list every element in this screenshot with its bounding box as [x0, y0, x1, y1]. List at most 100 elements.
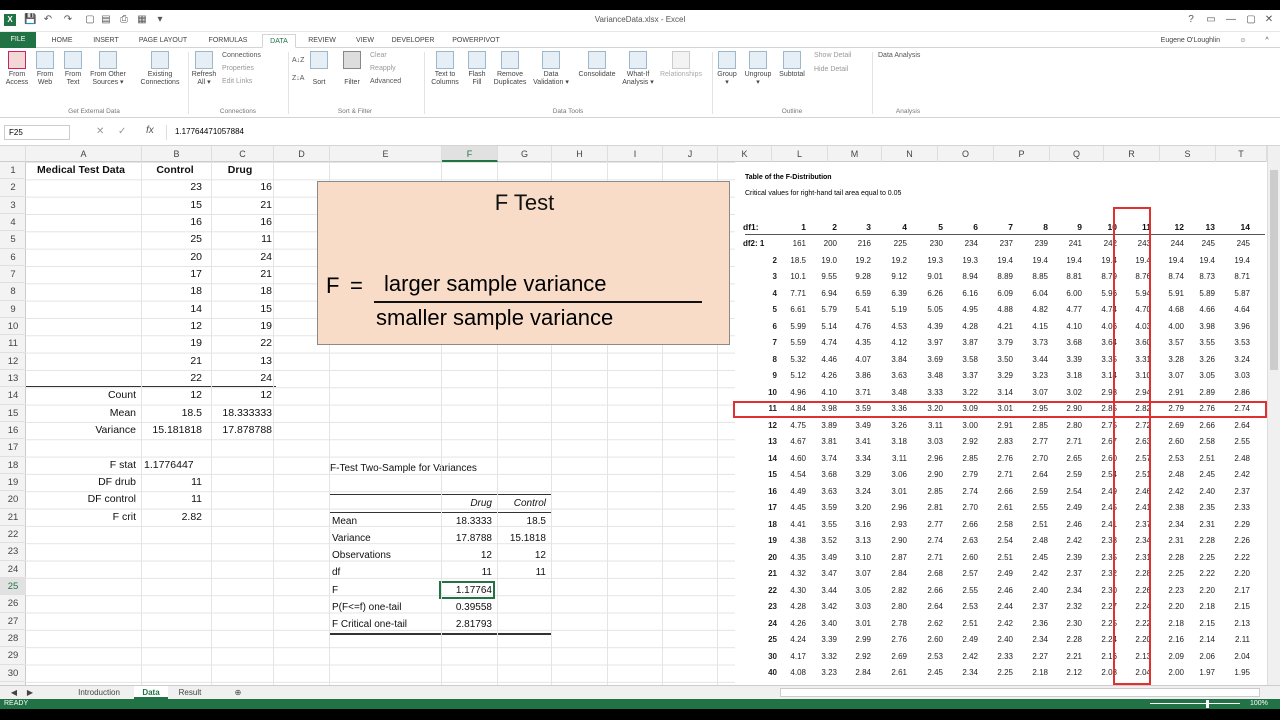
stat-drug[interactable]: 17.878788: [212, 422, 272, 439]
cell-drug[interactable]: 22: [212, 335, 272, 352]
f-critical-value[interactable]: 2.34: [1050, 583, 1082, 599]
f-critical-value[interactable]: 3.81: [805, 434, 837, 450]
f-critical-value[interactable]: 241: [1050, 236, 1082, 252]
f-critical-value[interactable]: 4.54: [774, 467, 806, 483]
column-header-q[interactable]: Q: [1050, 146, 1104, 162]
help-icon[interactable]: ?: [1180, 13, 1202, 27]
f-critical-value[interactable]: 3.29: [981, 368, 1013, 384]
tab-data[interactable]: DATA: [262, 34, 296, 48]
f-critical-value[interactable]: 2.55: [946, 583, 978, 599]
row-header-19[interactable]: 19: [0, 474, 26, 492]
stat-label[interactable]: Count: [26, 387, 136, 404]
f-distribution-table[interactable]: Table of the F-Distribution Critical val…: [733, 162, 1267, 709]
stat-drug[interactable]: 12: [212, 387, 272, 404]
f-critical-value[interactable]: 5.91: [1152, 286, 1184, 302]
f-critical-value[interactable]: 2.76: [875, 632, 907, 648]
f-critical-value[interactable]: 2.34: [1016, 632, 1048, 648]
f-critical-value[interactable]: 2.78: [875, 616, 907, 632]
f-critical-value[interactable]: 2.59: [1050, 467, 1082, 483]
tab-view[interactable]: VIEW: [348, 34, 382, 48]
row-header-12[interactable]: 12: [0, 353, 26, 370]
f-critical-value[interactable]: 4.21: [981, 319, 1013, 335]
f-critical-value[interactable]: 6.94: [805, 286, 837, 302]
ftest-row-control[interactable]: 15.1818: [496, 530, 546, 547]
f-critical-value[interactable]: 2.40: [1183, 484, 1215, 500]
ftest-row-drug[interactable]: 17.8788: [436, 530, 492, 547]
f-critical-value[interactable]: 5.19: [875, 302, 907, 318]
ftest-value[interactable]: 1.1776447: [144, 457, 206, 474]
ftest-header-control[interactable]: Control: [496, 495, 546, 512]
f-critical-value[interactable]: 4.17: [774, 649, 806, 665]
f-critical-value[interactable]: 2.21: [1050, 649, 1082, 665]
f-critical-value[interactable]: 2.55: [1016, 500, 1048, 516]
ftest-label[interactable]: F crit: [26, 509, 136, 526]
enter-icon[interactable]: ✓: [118, 126, 126, 137]
row-header-24[interactable]: 24: [0, 561, 26, 578]
f-critical-value[interactable]: 8.73: [1183, 269, 1215, 285]
f-critical-value[interactable]: 3.33: [911, 385, 943, 401]
f-critical-value[interactable]: 2.71: [911, 550, 943, 566]
f-critical-value[interactable]: 2.42: [1152, 484, 1184, 500]
cell-control[interactable]: 23: [140, 179, 202, 196]
f-critical-value[interactable]: 4.28: [946, 319, 978, 335]
f-critical-value[interactable]: 3.79: [981, 335, 1013, 351]
f-critical-value[interactable]: 2.15: [1183, 616, 1215, 632]
from-other-sources-button[interactable]: From Other Sources ▾: [86, 51, 130, 87]
ftest-row-label[interactable]: Mean: [332, 513, 442, 530]
row-header-13[interactable]: 13: [0, 370, 26, 388]
f-critical-value[interactable]: 2.09: [1152, 649, 1184, 665]
f-critical-value[interactable]: 3.03: [911, 434, 943, 450]
column-header-d[interactable]: D: [274, 146, 330, 162]
f-critical-value[interactable]: 4.76: [839, 319, 871, 335]
f-critical-value[interactable]: 2.53: [946, 599, 978, 615]
row-header-9[interactable]: 9: [0, 301, 26, 318]
f-critical-value[interactable]: 2.58: [981, 517, 1013, 533]
f-critical-value[interactable]: 3.29: [839, 467, 871, 483]
vertical-scrollbar[interactable]: [1267, 146, 1280, 685]
f-critical-value[interactable]: 6.26: [911, 286, 943, 302]
f-critical-value[interactable]: 4.15: [1016, 319, 1048, 335]
f-critical-value[interactable]: 2.65: [1050, 451, 1082, 467]
f-critical-value[interactable]: 19.3: [946, 253, 978, 269]
flash-fill-button[interactable]: Flash Fill: [464, 51, 490, 87]
from-web-button[interactable]: From Web: [32, 51, 58, 87]
ftest-row-label[interactable]: Observations: [332, 547, 442, 564]
f-critical-value[interactable]: 2.92: [839, 649, 871, 665]
f-critical-value[interactable]: 3.07: [839, 566, 871, 582]
f-critical-value[interactable]: 19.4: [1016, 253, 1048, 269]
f-critical-value[interactable]: 239: [1016, 236, 1048, 252]
advanced-filter-button[interactable]: Advanced: [370, 77, 401, 86]
f-critical-value[interactable]: 19.2: [875, 253, 907, 269]
f-critical-value[interactable]: 2.33: [981, 649, 1013, 665]
row-header-25[interactable]: 25: [0, 577, 26, 596]
f-critical-value[interactable]: 3.22: [946, 385, 978, 401]
cell-c1[interactable]: Drug: [212, 162, 268, 179]
f-critical-value[interactable]: 3.63: [875, 368, 907, 384]
f-critical-value[interactable]: 3.49: [805, 550, 837, 566]
f-critical-value[interactable]: 2.96: [911, 451, 943, 467]
f-critical-value[interactable]: 245: [1183, 236, 1215, 252]
f-critical-value[interactable]: 2.61: [981, 500, 1013, 516]
f-critical-value[interactable]: 19.4: [1183, 253, 1215, 269]
f-critical-value[interactable]: 1.95: [1218, 665, 1250, 681]
new-sheet-button[interactable]: ⊕: [230, 686, 246, 699]
f-critical-value[interactable]: 3.03: [839, 599, 871, 615]
f-critical-value[interactable]: 2.69: [1152, 418, 1184, 434]
f-critical-value[interactable]: 3.34: [839, 451, 871, 467]
f-critical-value[interactable]: 4.35: [839, 335, 871, 351]
column-header-l[interactable]: L: [772, 146, 828, 162]
ftest-row-control[interactable]: [496, 616, 546, 633]
f-critical-value[interactable]: 3.55: [1183, 335, 1215, 351]
row-header-15[interactable]: 15: [0, 405, 26, 422]
f-critical-value[interactable]: 8.94: [946, 269, 978, 285]
f-critical-value[interactable]: 2.22: [1183, 566, 1215, 582]
f-critical-value[interactable]: 2.48: [1016, 533, 1048, 549]
cancel-icon[interactable]: ✕: [96, 126, 104, 137]
f-critical-value[interactable]: 4.64: [1218, 302, 1250, 318]
ftest-value[interactable]: 2.82: [140, 509, 202, 526]
stat-label[interactable]: Variance: [26, 422, 136, 439]
horizontal-scrollbar[interactable]: [780, 688, 1260, 697]
ftest-row-drug[interactable]: 11: [436, 564, 492, 581]
f-critical-value[interactable]: 2.42: [1218, 467, 1250, 483]
f-critical-value[interactable]: 3.20: [839, 500, 871, 516]
